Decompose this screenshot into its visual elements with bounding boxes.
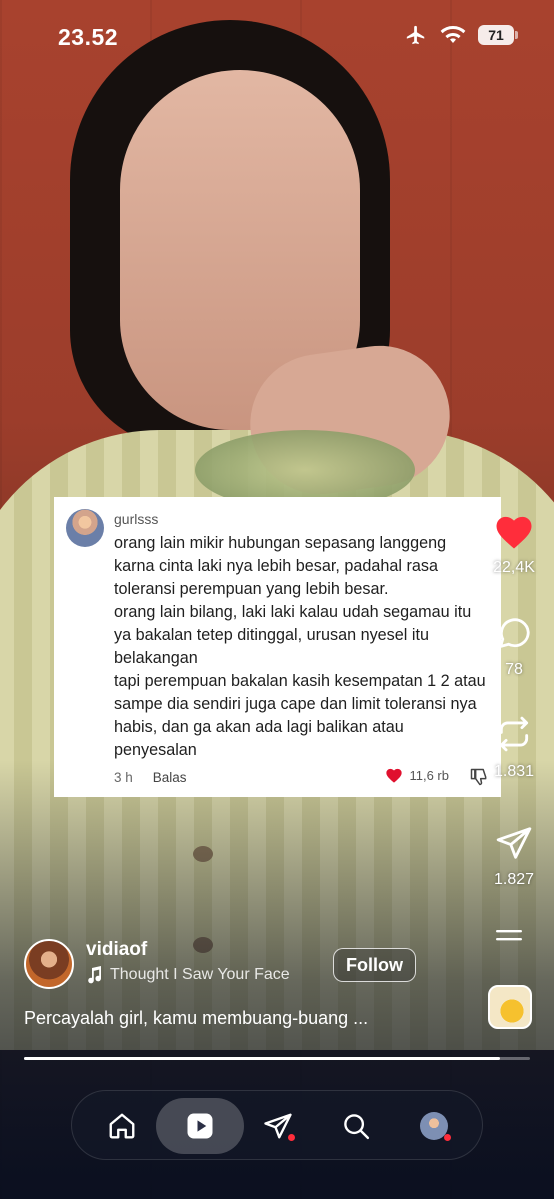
wifi-icon	[440, 25, 466, 43]
share-count: 1.827	[493, 871, 535, 888]
airplane-icon	[406, 25, 425, 45]
comment-time: 3 h	[114, 769, 133, 785]
bottom-navigation	[71, 1090, 483, 1160]
comment-line: orang lain bilang, laki laki kalau udah …	[114, 603, 472, 667]
commenter-avatar[interactable]	[66, 509, 104, 547]
comment-action[interactable]: 78	[486, 614, 542, 679]
menu-lines-icon	[496, 930, 522, 941]
home-icon	[109, 1113, 135, 1139]
music-title: Thought I Saw Your Face	[110, 966, 290, 983]
repost-action[interactable]: 1.831	[486, 714, 542, 781]
video-progress-bar[interactable]	[24, 1057, 530, 1060]
featured-comment-card[interactable]: gurlsss orang lain mikir hubungan sepasa…	[54, 497, 501, 797]
nav-profile[interactable]	[390, 1098, 478, 1154]
status-icons: 71	[404, 24, 518, 46]
comment-line: tapi perempuan bakalan kasih kesempatan …	[114, 672, 486, 759]
search-icon	[344, 1114, 370, 1140]
post-caption[interactable]: Percayalah girl, kamu membuang-buang ...	[24, 1008, 368, 1029]
like-action[interactable]: 22,4K	[486, 512, 542, 577]
comment-footer: 3 h Balas 11,6 rb	[114, 767, 489, 787]
heart-icon	[386, 768, 403, 783]
repost-icon	[499, 716, 529, 752]
nav-messages[interactable]	[234, 1098, 322, 1154]
follow-button[interactable]: Follow	[333, 948, 416, 982]
author-block: vidiaof Thought I Saw Your Face	[24, 939, 290, 989]
comment-like-count: 11,6 rb	[409, 767, 449, 783]
nav-home[interactable]	[78, 1098, 166, 1154]
repost-count: 1.831	[493, 763, 535, 780]
comment-like-button[interactable]: 11,6 rb	[385, 767, 449, 783]
status-time: 23.52	[58, 24, 119, 50]
music-row[interactable]: Thought I Saw Your Face	[86, 966, 290, 984]
reply-button[interactable]: Balas	[153, 770, 187, 785]
music-note-icon	[88, 966, 102, 984]
comment-bubble-icon	[498, 618, 530, 649]
like-count: 22,4K	[493, 559, 535, 576]
more-menu-button[interactable]	[494, 928, 524, 953]
commenter-username[interactable]: gurlsss	[114, 511, 158, 527]
reels-icon	[187, 1113, 213, 1139]
comment-text: orang lain mikir hubungan sepasang langg…	[114, 532, 489, 762]
heart-icon	[496, 516, 532, 549]
share-action[interactable]: 1.827	[486, 824, 542, 889]
notification-dot	[444, 1134, 451, 1141]
author-avatar[interactable]	[24, 939, 74, 989]
notification-dot	[288, 1134, 295, 1141]
comment-line: orang lain mikir hubungan sepasang langg…	[114, 534, 447, 598]
nav-reels[interactable]	[156, 1098, 244, 1154]
video-progress-fill	[24, 1057, 500, 1060]
author-name[interactable]: vidiaof	[86, 939, 147, 961]
audio-thumbnail[interactable]	[488, 985, 532, 1029]
battery-indicator: 71	[478, 25, 518, 45]
nav-search[interactable]	[312, 1098, 400, 1154]
status-bar: 23.52 71	[0, 0, 554, 70]
comment-count: 78	[505, 661, 523, 678]
send-icon	[496, 827, 532, 859]
